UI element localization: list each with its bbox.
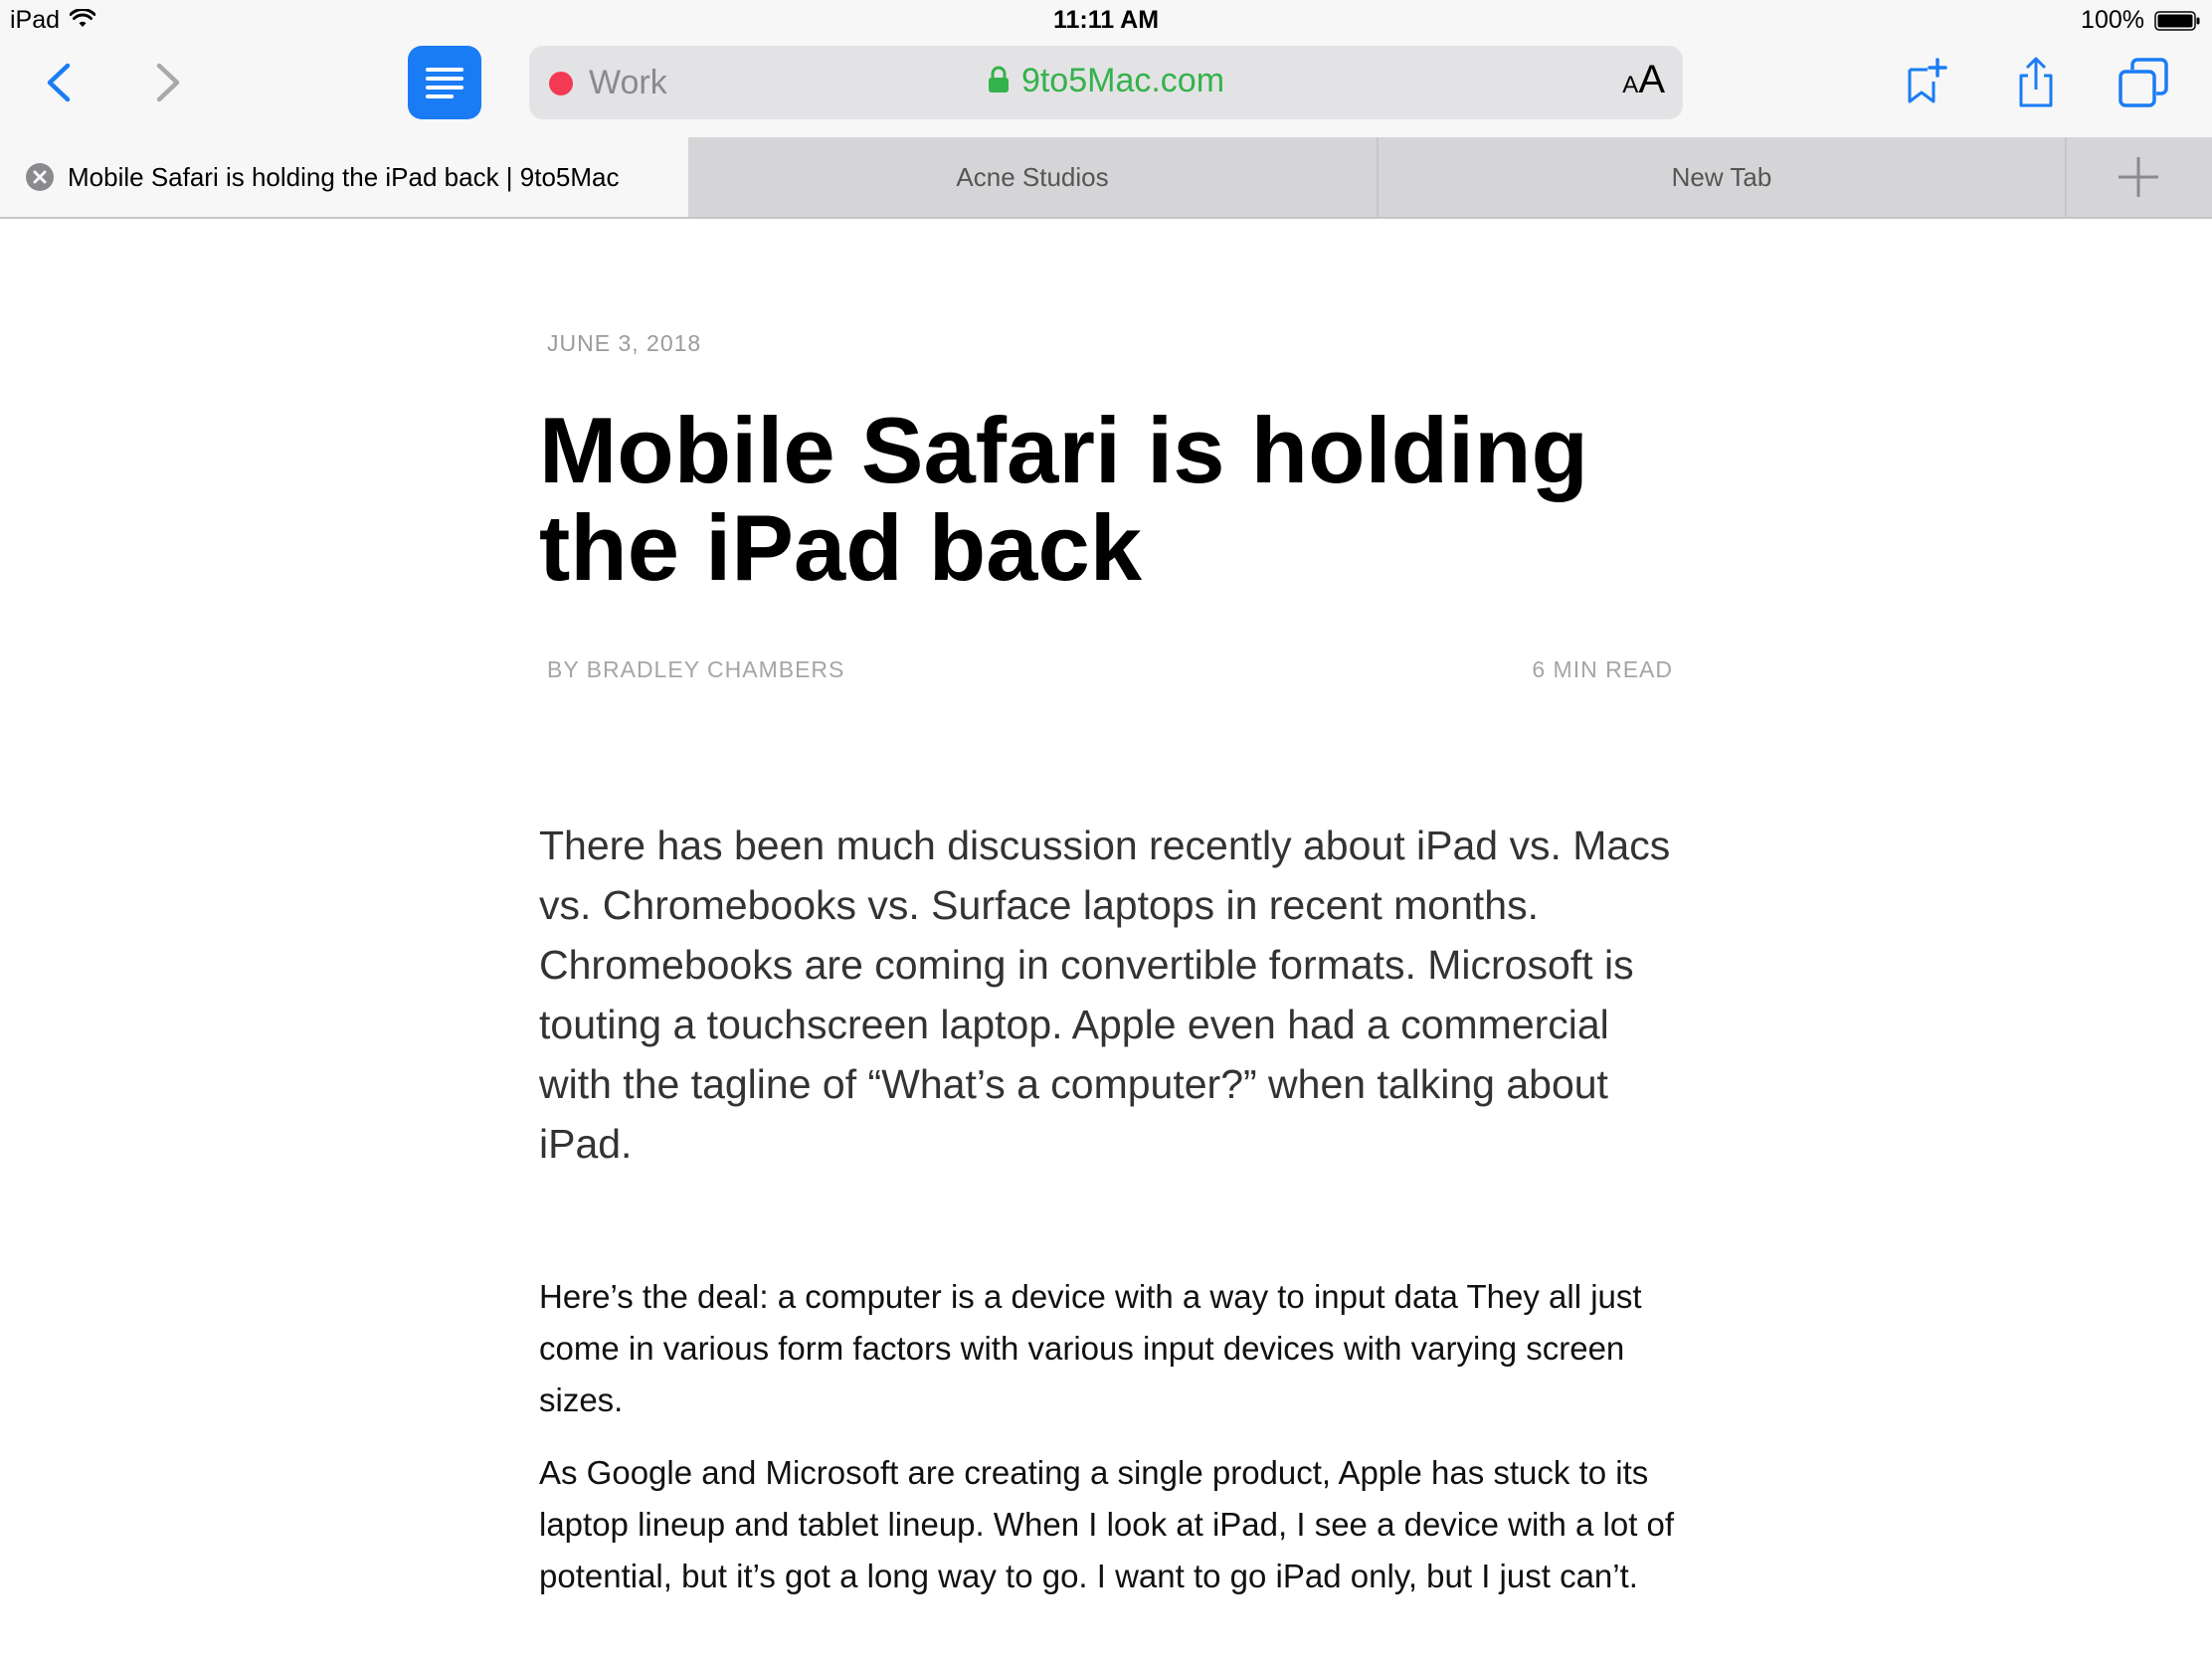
battery-icon — [2154, 11, 2200, 31]
article-date: JUNE 3, 2018 — [547, 330, 702, 356]
address-bar[interactable]: Work 9to5Mac.com AA — [529, 46, 1683, 119]
text-size-small-glyph: A — [1622, 72, 1639, 98]
close-icon — [33, 170, 47, 184]
lock-icon — [988, 66, 1009, 92]
browser-toolbar: Work 9to5Mac.com AA — [0, 40, 2212, 137]
reader-view-icon — [426, 68, 463, 98]
tab-label: New Tab — [1671, 161, 1772, 192]
share-icon[interactable] — [2009, 56, 2063, 109]
tab-mobile-safari-article[interactable]: Mobile Safari is holding the iPad back |… — [0, 137, 688, 217]
status-bar: iPad 11:11 AM 100% — [0, 0, 2212, 40]
chevron-left-icon[interactable] — [36, 58, 86, 107]
tab-new-tab[interactable]: New Tab — [1379, 137, 2065, 217]
new-tab-button[interactable] — [2065, 137, 2212, 217]
text-size-large-glyph: A — [1638, 58, 1665, 101]
article-paragraph: As Google and Microsoft are creating a s… — [539, 1454, 1675, 1594]
add-bookmark-icon[interactable] — [1898, 56, 1951, 109]
article-paragraph: Here’s the deal: a computer is a device … — [539, 1278, 1642, 1418]
close-tab-button[interactable] — [26, 163, 54, 191]
url-display[interactable]: 9to5Mac.com — [529, 62, 1683, 100]
text-size-button[interactable]: AA — [1622, 58, 1665, 102]
tab-bar: Mobile Safari is holding the iPad back |… — [0, 137, 2212, 219]
article-lead: There has been much discussion recently … — [539, 823, 1671, 1167]
article-title: Mobile Safari is holding the iPad back — [539, 398, 1588, 600]
tab-label: Mobile Safari is holding the iPad back |… — [68, 161, 620, 192]
tab-acne-studios[interactable]: Acne Studios — [688, 137, 1377, 217]
reader-view-button[interactable] — [408, 46, 481, 119]
tabs-overview-icon[interactable] — [2117, 56, 2170, 109]
article-read-time: 6 MIN READ — [1532, 656, 1673, 682]
plus-icon — [2119, 157, 2158, 197]
chevron-right-icon[interactable] — [141, 58, 191, 107]
clock: 11:11 AM — [1052, 6, 1160, 34]
battery-percentage: 100% — [2081, 6, 2144, 34]
tab-label: Acne Studios — [956, 161, 1109, 192]
article-byline: BY BRADLEY CHAMBERS — [547, 656, 845, 682]
url-text: 9to5Mac.com — [1020, 62, 1225, 99]
